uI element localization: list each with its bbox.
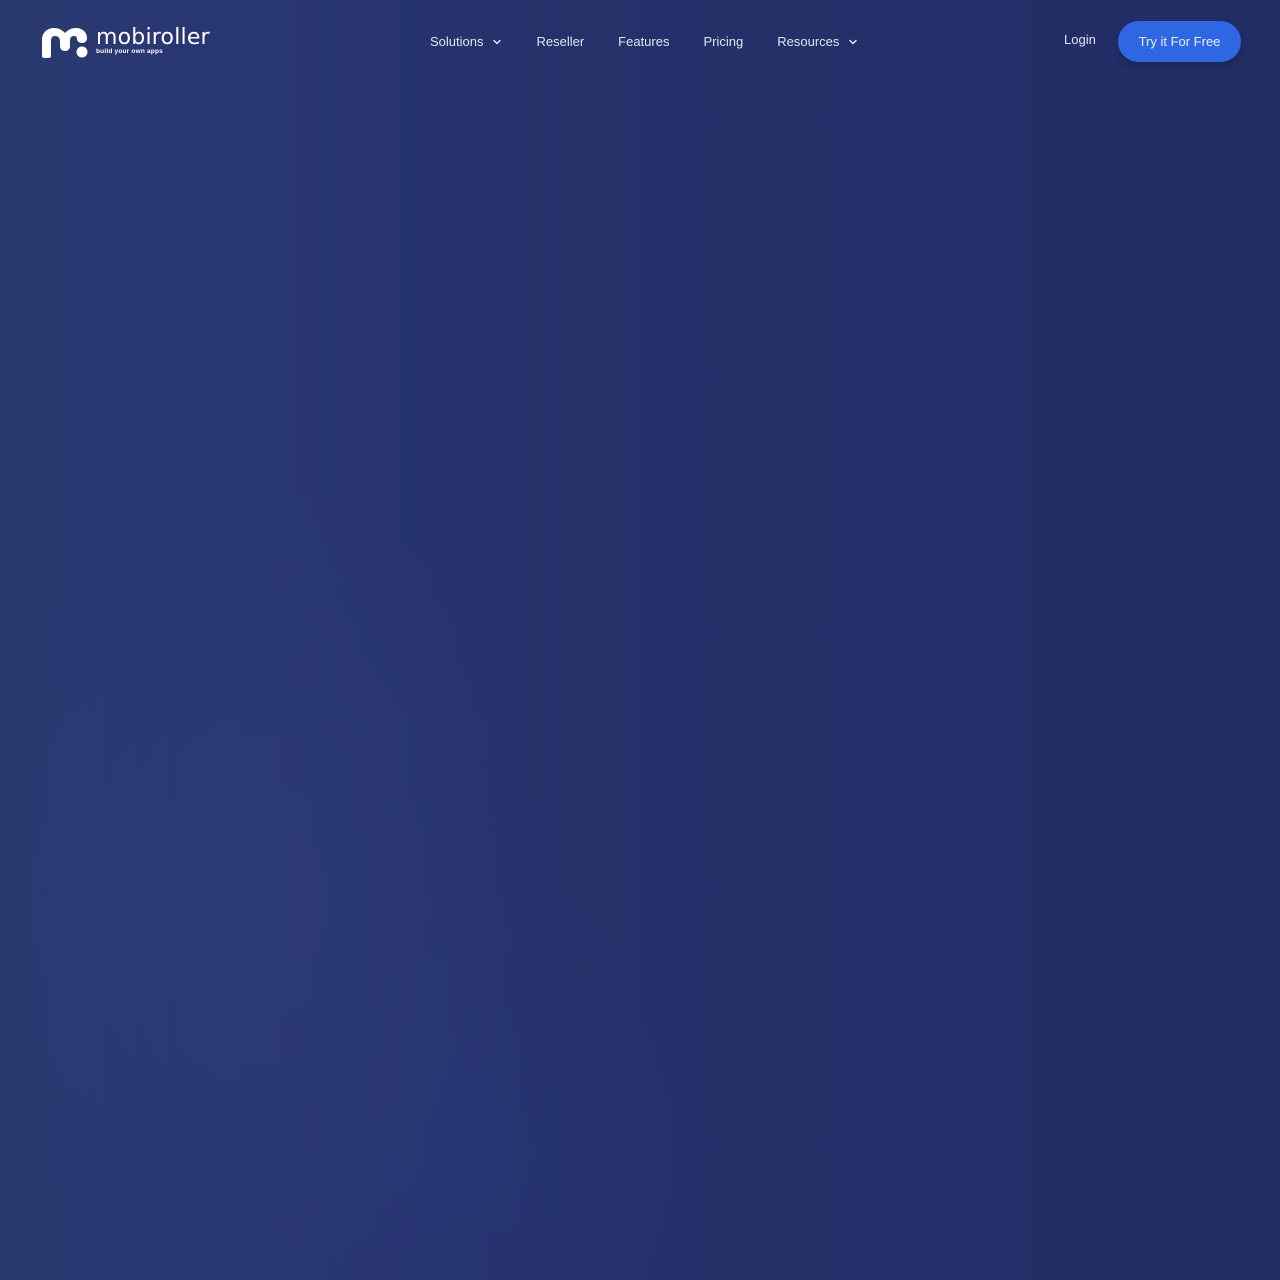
brand-name: mobiroller [96, 25, 210, 50]
nav-item-label: Reseller [536, 33, 585, 49]
brand-logo[interactable]: mobiroller build your own apps [40, 26, 210, 58]
site-header: mobiroller build your own apps Solutions… [0, 0, 1280, 84]
nav-item-resources[interactable]: Resources [777, 30, 858, 52]
nav-item-label: Features [618, 33, 670, 49]
logo-mark-icon [42, 28, 88, 58]
brand-tagline: build your own apps [96, 48, 163, 55]
nav-item-pricing[interactable]: Pricing [703, 30, 743, 52]
login-link[interactable]: Login [1064, 32, 1096, 47]
main-nav: Solutions Reseller Features Pricing Reso… [430, 30, 858, 52]
nav-item-solutions[interactable]: Solutions [430, 30, 502, 52]
chevron-down-icon [493, 39, 502, 44]
nav-item-reseller[interactable]: Reseller [536, 30, 584, 52]
chevron-down-icon [849, 39, 858, 44]
nav-item-label: Resources [777, 33, 840, 49]
hero-background [0, 0, 1280, 1280]
nav-item-label: Solutions [430, 33, 484, 49]
nav-item-label: Pricing [703, 33, 744, 49]
try-for-free-button[interactable]: Try it For Free [1118, 21, 1241, 62]
nav-item-features[interactable]: Features [618, 30, 669, 52]
